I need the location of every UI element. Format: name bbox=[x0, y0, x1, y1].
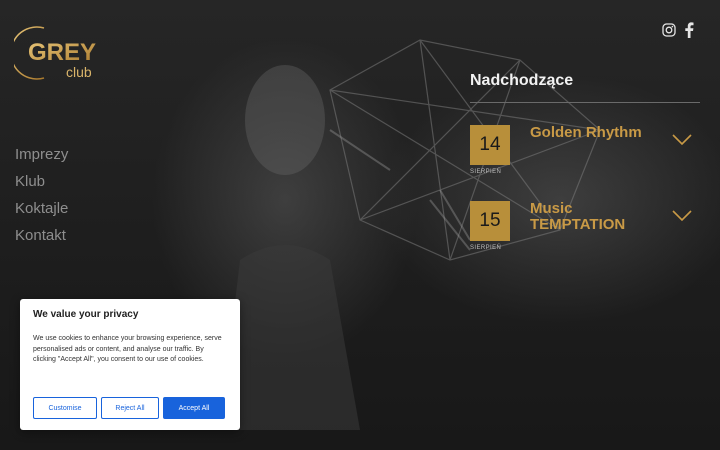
facebook-icon[interactable] bbox=[684, 22, 698, 38]
logo-wordmark: GREY bbox=[28, 39, 96, 66]
upcoming-heading: Nadchodzące bbox=[470, 72, 700, 103]
upcoming-events: Nadchodzące 14 SIERPIEŃ Golden Rhythm 15… bbox=[470, 72, 700, 251]
social-links bbox=[662, 22, 698, 38]
cookie-title: We value your privacy bbox=[33, 309, 139, 320]
event-item[interactable]: 15 SIERPIEŃ Music TEMPTATION bbox=[470, 201, 700, 257]
cookie-description: We use cookies to enhance your browsing … bbox=[33, 335, 222, 363]
main-nav: Imprezy Klub Koktajle Kontakt bbox=[15, 146, 68, 245]
event-month: SIERPIEŃ bbox=[470, 169, 502, 175]
event-item[interactable]: 14 SIERPIEŃ Golden Rhythm bbox=[470, 125, 700, 181]
event-day: 15 bbox=[470, 201, 510, 241]
reject-all-button[interactable]: Reject All bbox=[101, 397, 159, 419]
nav-item-imprezy[interactable]: Imprezy bbox=[15, 146, 68, 164]
chevron-down-icon[interactable] bbox=[672, 131, 692, 146]
event-month: SIERPIEŃ bbox=[470, 245, 502, 251]
event-day: 14 bbox=[470, 125, 510, 165]
grey-club-logo[interactable]: GREY club bbox=[14, 24, 110, 82]
nav-item-koktajle[interactable]: Koktajle bbox=[15, 200, 68, 218]
event-title[interactable]: Music TEMPTATION bbox=[530, 201, 650, 233]
nav-item-klub[interactable]: Klub bbox=[15, 173, 68, 191]
accept-all-button[interactable]: Accept All bbox=[163, 397, 225, 419]
instagram-icon[interactable] bbox=[662, 22, 676, 38]
chevron-down-icon[interactable] bbox=[672, 207, 692, 222]
logo-subtext: club bbox=[66, 64, 92, 80]
cookie-buttons: Customise Reject All Accept All bbox=[33, 397, 225, 419]
event-title[interactable]: Golden Rhythm bbox=[530, 125, 650, 141]
customise-button[interactable]: Customise bbox=[33, 397, 97, 419]
nav-item-kontakt[interactable]: Kontakt bbox=[15, 227, 68, 245]
cookie-consent-banner: We value your privacy We use cookies to … bbox=[20, 299, 240, 430]
